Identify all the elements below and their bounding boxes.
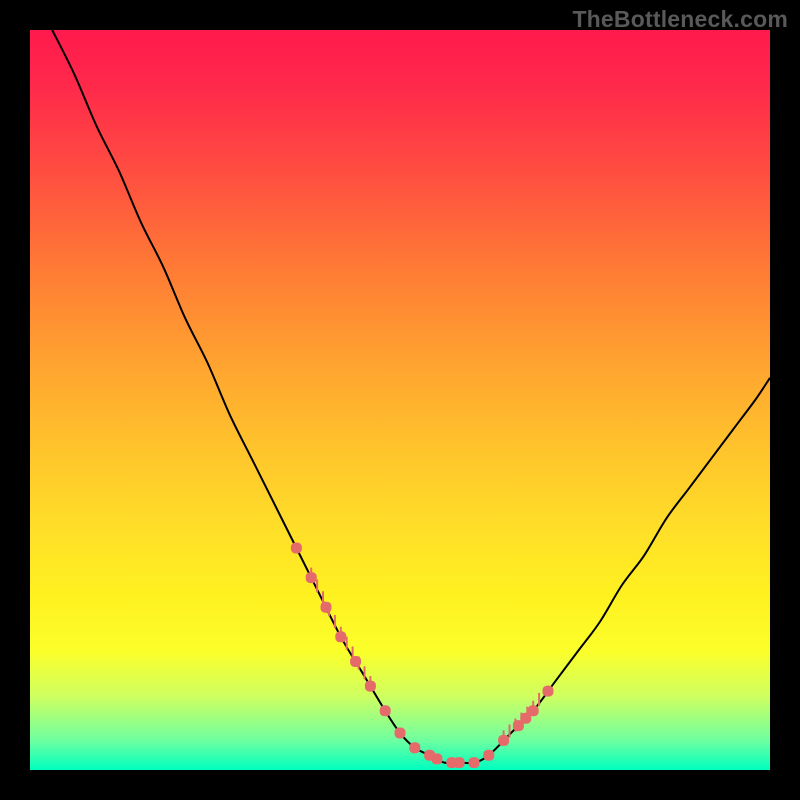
- series-marker: [395, 728, 406, 739]
- series-marker: [432, 753, 443, 764]
- hatch-regions: [311, 568, 539, 744]
- series-marker: [528, 705, 539, 716]
- series-marker: [350, 656, 361, 667]
- series-marker: [335, 631, 346, 642]
- series-marker: [543, 686, 554, 697]
- series-marker: [483, 750, 494, 761]
- series-marker: [365, 681, 376, 692]
- series-marker: [306, 572, 317, 583]
- series-marker: [409, 742, 420, 753]
- bottleneck-curve: [52, 30, 770, 763]
- series-markers: [291, 543, 554, 769]
- chart-plot-area: [30, 30, 770, 770]
- series-marker: [291, 543, 302, 554]
- series-marker: [380, 705, 391, 716]
- watermark-text: TheBottleneck.com: [572, 6, 788, 33]
- series-marker: [498, 735, 509, 746]
- series-marker: [454, 757, 465, 768]
- chart-svg: [30, 30, 770, 770]
- series-marker: [321, 602, 332, 613]
- series-marker: [469, 757, 480, 768]
